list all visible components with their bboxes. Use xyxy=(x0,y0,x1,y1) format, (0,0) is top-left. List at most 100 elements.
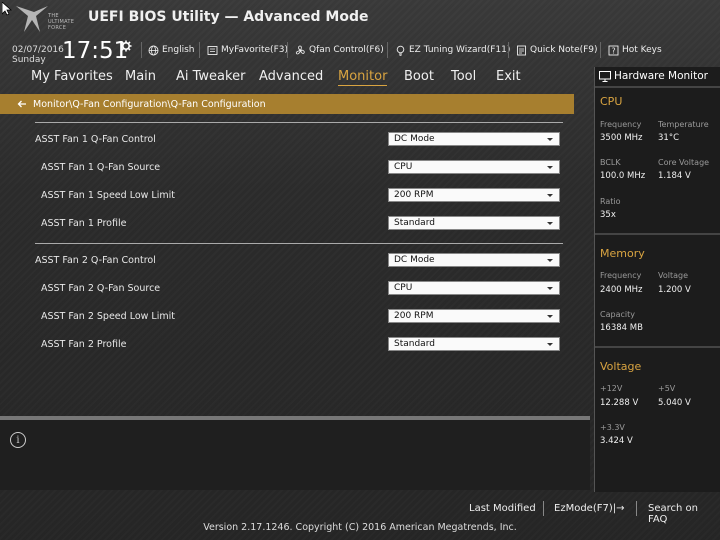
menu-exit[interactable]: Exit xyxy=(496,69,521,84)
memory-frequency-value: 2400 MHz xyxy=(600,285,643,295)
my-favorite-button[interactable]: MyFavorite(F3) xyxy=(207,43,288,57)
voltage-heading: Voltage xyxy=(600,360,642,373)
core-voltage-label: Core Voltage xyxy=(658,158,710,167)
menu-my-favorites[interactable]: My Favorites xyxy=(31,69,113,84)
language-label: English xyxy=(162,45,195,55)
fan2-profile-select[interactable]: Standard xyxy=(388,337,560,351)
v12-label: +12V xyxy=(600,384,623,393)
divider xyxy=(287,42,288,58)
cpu-temperature-value: 31°C xyxy=(658,133,680,143)
ratio-label: Ratio xyxy=(600,197,621,206)
select-value: CPU xyxy=(394,162,413,172)
cpu-frequency-label: Frequency xyxy=(600,120,642,129)
hot-keys-label: Hot Keys xyxy=(622,45,662,55)
menu-ai-tweaker[interactable]: Ai Tweaker xyxy=(176,69,245,84)
fan2-speed-low-limit-select[interactable]: 200 RPM xyxy=(388,309,560,323)
caret-down-icon xyxy=(547,259,553,262)
caret-down-icon xyxy=(547,315,553,318)
caret-down-icon xyxy=(547,166,553,169)
select-value: DC Mode xyxy=(394,134,435,144)
logo-text: THE ULTIMATE FORCE xyxy=(48,13,75,31)
fan1-qfan-source-select[interactable]: CPU xyxy=(388,160,560,174)
fan2-qfan-control-select[interactable]: DC Mode xyxy=(388,253,560,267)
favorite-list-icon xyxy=(207,45,218,55)
cpu-heading: CPU xyxy=(600,95,623,108)
settings-panel: ASST Fan 1 Q-Fan Control DC Mode ASST Fa… xyxy=(0,117,590,415)
ez-mode-button[interactable]: EzMode(F7)|→ xyxy=(554,503,624,514)
fan1-profile-select[interactable]: Standard xyxy=(388,216,560,230)
section-divider xyxy=(35,122,563,123)
fan-icon xyxy=(295,45,305,54)
clock: 17:51 xyxy=(62,38,129,64)
caret-down-icon xyxy=(547,287,553,290)
svg-text:?: ? xyxy=(612,46,616,55)
setting-label: ASST Fan 2 Speed Low Limit xyxy=(41,311,175,322)
last-modified-label: Last Modified xyxy=(469,503,536,514)
setting-label: ASST Fan 2 Q-Fan Control xyxy=(35,255,156,266)
main-menu: My Favorites Main Ai Tweaker Advanced Mo… xyxy=(0,67,590,89)
app-title: UEFI BIOS Utility — Advanced Mode xyxy=(88,9,369,25)
cpu-temperature-label: Temperature xyxy=(658,120,709,129)
select-value: Standard xyxy=(394,218,435,228)
header: THE ULTIMATE FORCE UEFI BIOS Utility — A… xyxy=(0,0,720,66)
bclk-value: 100.0 MHz xyxy=(600,171,646,181)
panel-divider xyxy=(595,346,720,348)
date-display: 02/07/2016 Sunday xyxy=(12,45,64,65)
capacity-label: Capacity xyxy=(600,310,635,319)
info-icon: i xyxy=(10,432,26,448)
core-voltage-value: 1.184 V xyxy=(658,171,691,181)
gear-icon[interactable] xyxy=(120,40,132,52)
divider xyxy=(141,42,142,58)
menu-boot[interactable]: Boot xyxy=(404,69,434,84)
my-favorite-label: MyFavorite(F3) xyxy=(221,45,288,55)
fan1-speed-low-limit-select[interactable]: 200 RPM xyxy=(388,188,560,202)
setting-label: ASST Fan 1 Q-Fan Control xyxy=(35,134,156,145)
hardware-monitor-title: Hardware Monitor xyxy=(599,70,708,82)
menu-advanced[interactable]: Advanced xyxy=(259,69,323,84)
bclk-label: BCLK xyxy=(600,158,621,167)
hot-keys-button[interactable]: ? Hot Keys xyxy=(608,43,662,57)
back-arrow-icon[interactable] xyxy=(17,99,27,109)
menu-tool[interactable]: Tool xyxy=(451,69,476,84)
fan2-qfan-source-select[interactable]: CPU xyxy=(388,281,560,295)
quick-note-label: Quick Note(F9) xyxy=(530,45,598,55)
v33-label: +3.3V xyxy=(600,423,625,432)
quick-note-button[interactable]: Quick Note(F9) xyxy=(516,43,598,57)
lightbulb-icon xyxy=(396,45,405,56)
ez-mode-label: EzMode(F7)|→ xyxy=(554,503,625,514)
qfan-control-label: Qfan Control(F6) xyxy=(309,45,384,55)
caret-down-icon xyxy=(547,222,553,225)
divider xyxy=(387,42,388,58)
v12-value: 12.288 V xyxy=(600,398,639,408)
select-value: Standard xyxy=(394,339,435,349)
divider xyxy=(543,501,544,516)
caret-down-icon xyxy=(547,343,553,346)
setting-label: ASST Fan 1 Q-Fan Source xyxy=(41,162,161,173)
hardware-monitor-label: Hardware Monitor xyxy=(614,70,708,82)
ez-tuning-wizard-button[interactable]: EZ Tuning Wizard(F11) xyxy=(395,43,510,57)
ez-tuning-label: EZ Tuning Wizard(F11) xyxy=(409,45,511,55)
help-icon: ? xyxy=(608,45,619,55)
monitor-icon xyxy=(599,70,611,82)
menu-main[interactable]: Main xyxy=(125,69,156,84)
ratio-value: 35x xyxy=(600,210,616,220)
menu-monitor[interactable]: Monitor xyxy=(338,69,388,86)
setting-label: ASST Fan 1 Profile xyxy=(41,218,127,229)
section-divider xyxy=(35,243,563,244)
footer: Last Modified EzMode(F7)|→ Search on FAQ… xyxy=(0,495,720,540)
panel-divider xyxy=(595,233,720,235)
v5-label: +5V xyxy=(658,384,676,393)
breadcrumb: Monitor\Q-Fan Configuration\Q-Fan Config… xyxy=(0,94,574,114)
select-value: 200 RPM xyxy=(394,190,434,200)
capacity-value: 16384 MB xyxy=(600,323,643,333)
v5-value: 5.040 V xyxy=(658,398,691,408)
divider xyxy=(508,42,509,58)
fan1-qfan-control-select[interactable]: DC Mode xyxy=(388,132,560,146)
date: 02/07/2016 xyxy=(12,45,64,55)
qfan-control-button[interactable]: Qfan Control(F6) xyxy=(295,43,384,57)
language-button[interactable]: English xyxy=(148,43,195,57)
last-modified-button[interactable]: Last Modified xyxy=(469,503,536,514)
divider xyxy=(600,42,601,58)
note-icon xyxy=(517,45,526,55)
v33-value: 3.424 V xyxy=(600,436,633,446)
